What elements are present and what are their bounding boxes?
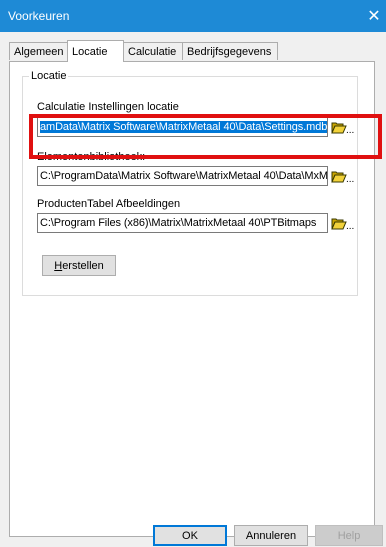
settings-location-input[interactable]: amData\Matrix Software\MatrixMetaal 40\D…: [37, 117, 328, 137]
reset-label: erstellen: [62, 259, 104, 272]
preferences-dialog: Algemeen Locatie Calculatie Bedrijfsgege…: [0, 32, 386, 547]
groupbox-legend: Locatie: [29, 70, 69, 82]
open-folder-icon: [331, 218, 347, 230]
reset-button[interactable]: Herstellen: [42, 255, 116, 276]
settings-location-value: amData\Matrix Software\MatrixMetaal 40\D…: [40, 121, 328, 133]
browse-dots: ...: [346, 124, 355, 136]
window-title: Voorkeuren: [8, 9, 70, 23]
element-library-input[interactable]: C:\ProgramData\Matrix Software\MatrixMet…: [37, 166, 328, 186]
product-images-value: C:\Program Files (x86)\Matrix\MatrixMeta…: [40, 217, 317, 229]
product-images-label: ProductenTabel Afbeeldingen: [37, 198, 181, 210]
settings-location-label: Calculatie Instellingen locatie: [37, 101, 179, 113]
element-library-browse-button[interactable]: ...: [331, 166, 355, 186]
cancel-button[interactable]: Annuleren: [234, 525, 308, 546]
open-folder-icon: [331, 171, 347, 183]
product-images-browse-button[interactable]: ...: [331, 213, 355, 233]
ok-button[interactable]: OK: [153, 525, 227, 546]
locatie-groupbox: Locatie Calculatie Instellingen locatie …: [22, 70, 358, 296]
tab-algemeen[interactable]: Algemeen: [9, 42, 69, 60]
product-images-input[interactable]: C:\Program Files (x86)\Matrix\MatrixMeta…: [37, 213, 328, 233]
element-library-value: C:\ProgramData\Matrix Software\MatrixMet…: [40, 170, 328, 182]
title-bar: Voorkeuren ✕: [0, 0, 386, 32]
locatie-tab-panel: Locatie Calculatie Instellingen locatie …: [9, 61, 375, 537]
settings-browse-button[interactable]: ...: [331, 117, 355, 137]
tab-locatie[interactable]: Locatie: [67, 40, 124, 62]
browse-dots: ...: [346, 173, 355, 185]
open-folder-icon: [331, 122, 347, 134]
element-library-label: Elementenbibliotheek:: [37, 151, 146, 163]
tab-bedrijfsgegevens[interactable]: Bedrijfsgegevens: [182, 42, 278, 60]
close-icon[interactable]: ✕: [362, 0, 386, 32]
tab-calculatie[interactable]: Calculatie: [123, 42, 183, 60]
reset-accelerator: H: [54, 259, 63, 272]
browse-dots: ...: [346, 220, 355, 232]
help-button[interactable]: Help: [315, 525, 383, 546]
